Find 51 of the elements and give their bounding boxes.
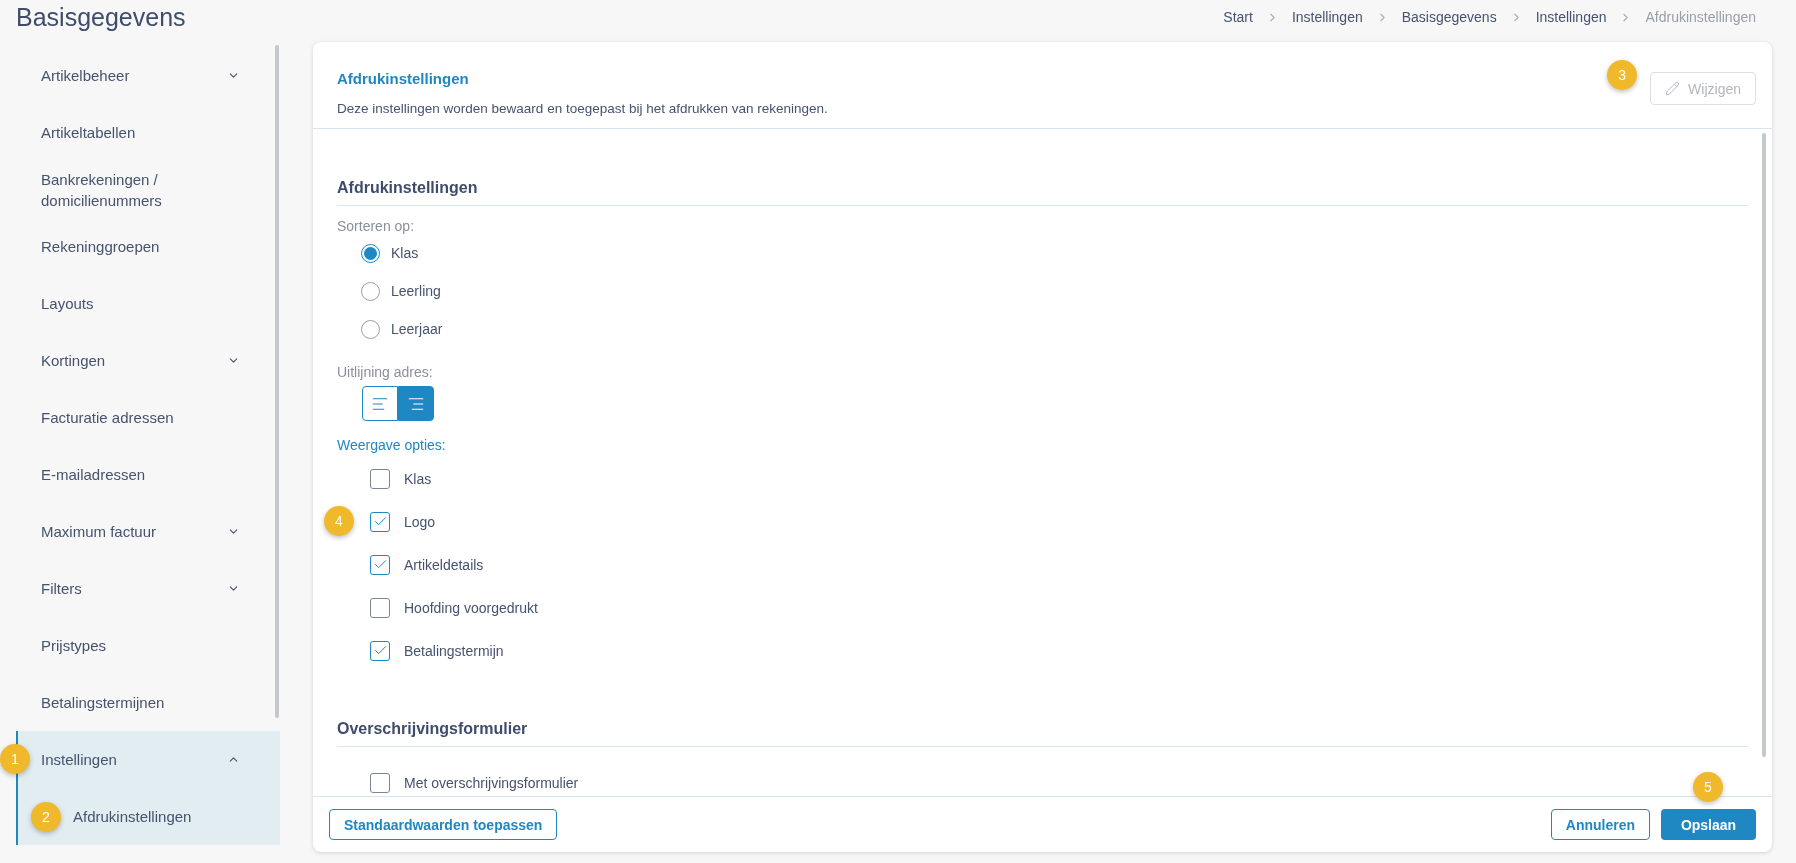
checkbox[interactable] (370, 597, 390, 618)
checkbox-option[interactable]: Klas (370, 457, 432, 500)
number-badge: 4 (324, 506, 354, 536)
sidebar-item[interactable]: Artikelbeheer (0, 47, 280, 104)
radio-option[interactable]: Klas (361, 234, 419, 272)
align-left-button[interactable] (362, 386, 398, 421)
radio-option[interactable]: Leerling (361, 272, 441, 310)
number-badge: 5 (1693, 772, 1723, 802)
sidebar-item[interactable]: Filters (0, 560, 280, 617)
checkbox[interactable] (370, 772, 390, 793)
align-right-button[interactable] (398, 386, 434, 421)
scrollbar-thumb[interactable] (275, 45, 279, 718)
apply-defaults-button[interactable]: Standaardwaarden toepassen (329, 809, 558, 840)
breadcrumb-link[interactable]: Basisgegevens (1401, 9, 1497, 25)
breadcrumb-link[interactable]: Instellingen (1291, 9, 1363, 25)
checkbox[interactable] (370, 554, 390, 575)
breadcrumb-link[interactable]: Instellingen (1535, 9, 1607, 25)
number-badge: 1 (0, 744, 30, 774)
checkbox[interactable] (370, 468, 390, 489)
save-button[interactable]: Opslaan (1661, 809, 1756, 840)
group-label: Uitlijning adres: (337, 364, 434, 380)
group-label: Sorteren op: (337, 218, 416, 234)
sidebar-item[interactable]: E-mailadressen (0, 446, 280, 503)
section-title: Afdrukinstellingen (337, 179, 1748, 206)
sidebar-item[interactable]: Facturatie adressen (0, 389, 280, 446)
page-title: Basisgegevens (16, 2, 186, 32)
sidebar-item[interactable]: Rekeninggroepen (0, 218, 280, 275)
sidebar-item[interactable]: Betalingstermijnen (0, 674, 280, 731)
breadcrumb-link[interactable]: Start (1223, 9, 1253, 25)
pencil-icon (1665, 81, 1681, 96)
sidebar-item[interactable]: Bankrekeningen / domicilienummers (0, 161, 280, 218)
sidebar-item[interactable]: Maximum factuur (0, 503, 280, 560)
checkbox-option[interactable]: Betalingstermijn (370, 629, 504, 672)
card-description: Deze instellingen worden bewaard en toegepast bij het afdrukken van rekeningen. (337, 101, 828, 116)
checkbox[interactable] (370, 511, 390, 532)
group-label: Weergave opties: (337, 437, 447, 453)
sidebar-item[interactable]: Instellingen (16, 731, 280, 788)
checkbox-option[interactable]: Artikeldetails (370, 543, 484, 586)
card-title: Afdrukinstellingen (337, 70, 470, 87)
checkbox-option[interactable]: Met overschrijvingsformulier (370, 761, 579, 796)
number-badge: 3 (1607, 60, 1638, 90)
scrollbar-thumb[interactable] (1762, 133, 1766, 757)
checkbox[interactable] (370, 640, 390, 661)
checkbox-option[interactable]: Hoofding voorgedrukt (370, 586, 538, 629)
sidebar-item[interactable]: Kortingen (0, 332, 280, 389)
cancel-button[interactable]: Annuleren (1550, 809, 1650, 840)
sidebar-item[interactable]: Prijstypes (0, 617, 280, 674)
radio-option[interactable]: Leerjaar (361, 310, 443, 348)
sidebar-item[interactable]: Artikeltabellen (0, 104, 280, 161)
sidebar-item[interactable]: Layouts (0, 275, 280, 332)
section-title: Overschrijvingsformulier (337, 720, 1748, 747)
